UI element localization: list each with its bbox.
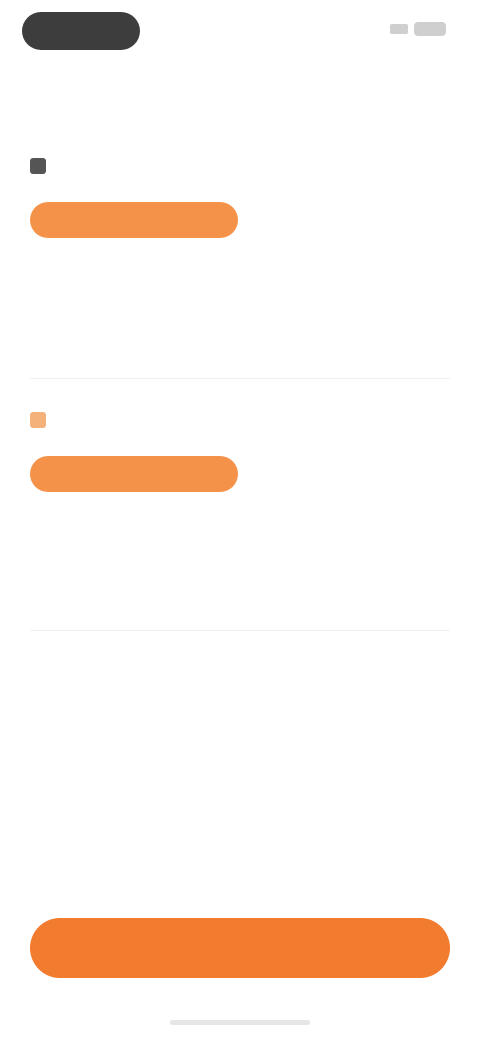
feature-card-1	[30, 158, 450, 261]
card-2-stats	[30, 507, 450, 515]
status-icons	[390, 22, 446, 36]
card-1-stats	[30, 253, 450, 261]
card-1-stat-2	[240, 253, 450, 261]
card-1-stat-1	[30, 253, 240, 261]
battery-icon	[414, 22, 446, 36]
card-2-stat-1	[30, 507, 240, 515]
status-time-pill	[22, 12, 140, 50]
feature-card-2	[30, 412, 450, 515]
card-2-header	[30, 412, 450, 428]
card-1-action-button[interactable]	[30, 202, 238, 238]
card-icon	[30, 412, 46, 428]
card-2-action-button[interactable]	[30, 456, 238, 492]
primary-bottom-button[interactable]	[30, 918, 450, 978]
home-indicator	[170, 1020, 310, 1025]
card-icon	[30, 158, 46, 174]
divider	[30, 378, 450, 379]
app-screen	[0, 0, 480, 1040]
card-1-header	[30, 158, 450, 174]
signal-icon	[390, 24, 408, 34]
divider	[30, 630, 450, 631]
card-2-stat-2	[240, 507, 450, 515]
